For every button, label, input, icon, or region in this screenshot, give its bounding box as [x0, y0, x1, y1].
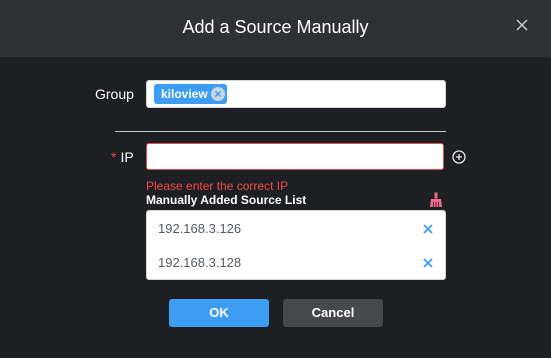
source-ip: 192.168.3.128: [158, 255, 242, 270]
group-label: Group: [95, 86, 134, 102]
required-mark: *: [111, 149, 117, 165]
broom-icon: [430, 192, 442, 207]
tag-remove-button[interactable]: [211, 87, 225, 101]
ip-error-text: Please enter the correct IP: [146, 179, 289, 193]
group-tag-label: kiloview: [161, 87, 208, 101]
cancel-button[interactable]: Cancel: [283, 299, 383, 327]
plus-circle-icon: [452, 150, 466, 164]
ip-label-text: IP: [120, 149, 134, 165]
divider: [115, 131, 446, 132]
ip-input[interactable]: [146, 143, 444, 170]
remove-source-button[interactable]: [422, 256, 434, 268]
x-icon: [423, 258, 433, 268]
x-icon: [423, 224, 433, 234]
remove-source-button[interactable]: [422, 222, 434, 234]
clear-list-button[interactable]: [429, 192, 443, 208]
add-source-dialog: Add a Source Manually Group kiloview * IP…: [0, 0, 551, 358]
source-list-title: Manually Added Source List: [146, 193, 307, 207]
dialog-title: Add a Source Manually: [182, 17, 369, 37]
source-ip: 192.168.3.126: [158, 221, 242, 236]
list-item: 192.168.3.128: [147, 245, 445, 279]
close-icon: [516, 19, 528, 31]
ok-button[interactable]: OK: [169, 299, 269, 327]
source-list: 192.168.3.126 192.168.3.128: [146, 210, 446, 280]
group-tag: kiloview: [154, 84, 227, 104]
group-select[interactable]: kiloview: [146, 80, 446, 108]
dialog-header: Add a Source Manually: [0, 0, 551, 57]
list-item: 192.168.3.126: [147, 211, 445, 245]
circle-x-icon: [214, 90, 222, 98]
ip-label: * IP: [111, 149, 134, 165]
close-button[interactable]: [514, 17, 530, 33]
add-ip-button[interactable]: [452, 150, 466, 164]
